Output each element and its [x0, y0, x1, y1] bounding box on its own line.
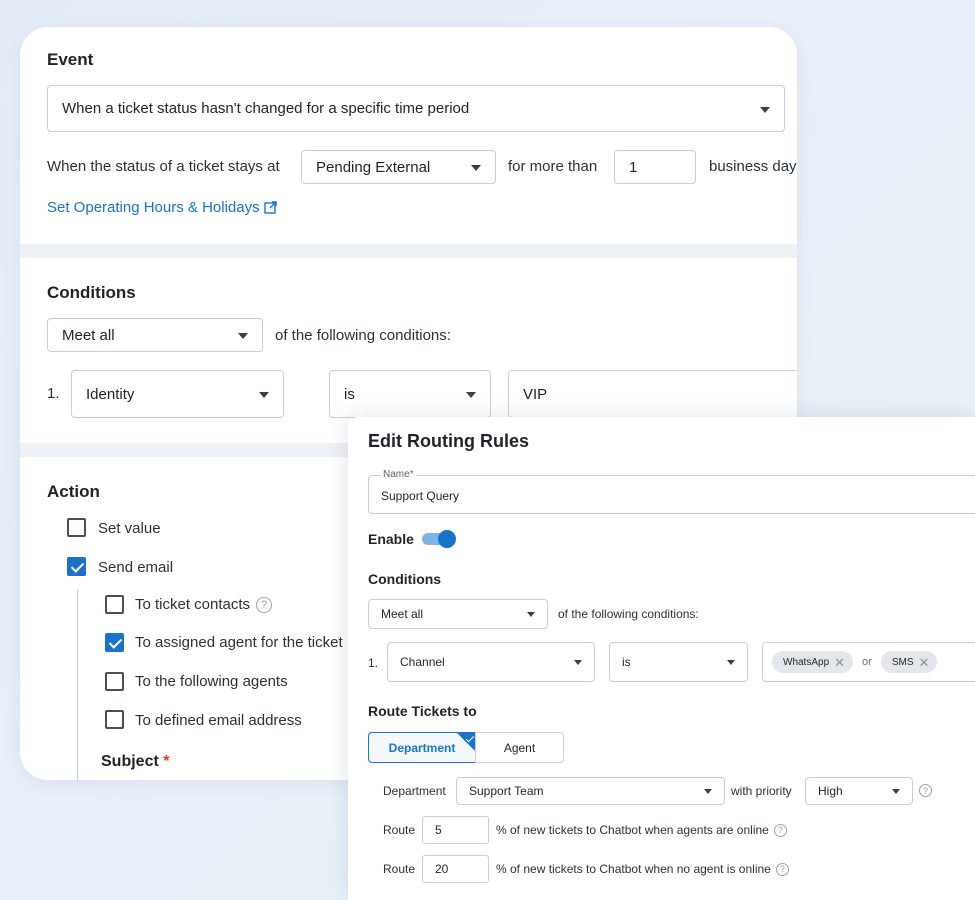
priority-select[interactable]: High [805, 777, 913, 805]
chevron-down-icon [238, 333, 248, 339]
set-value-label: Set value [98, 520, 161, 537]
send-email-label: Send email [98, 559, 174, 576]
subject-label: Subject * [101, 753, 170, 770]
rule-name-label: Name* [381, 469, 416, 480]
following-agents-label: To the following agents [135, 673, 288, 690]
help-icon[interactable]: ? [256, 596, 273, 613]
priority-value: High [818, 784, 843, 798]
ticket-contacts-label: To ticket contacts ? [135, 596, 273, 613]
modal-condition-field-select[interactable]: Channel [387, 642, 595, 682]
chevron-down-icon [527, 612, 535, 617]
rule-name-field[interactable]: Name* Support Query [368, 469, 975, 514]
offline-percent-text: % of new tickets to Chatbot when no agen… [496, 862, 789, 876]
match-select-value: Meet all [62, 326, 115, 344]
priority-label: with priority [731, 784, 792, 798]
email-address-checkbox[interactable] [105, 710, 124, 729]
modal-conditions-label: Conditions [368, 571, 442, 587]
help-icon[interactable]: ? [773, 823, 787, 837]
chip-joiner: or [862, 656, 872, 668]
status-select[interactable]: Pending External [301, 150, 496, 184]
operating-hours-link[interactable]: Set Operating Hours & Holidays [47, 199, 277, 216]
condition-operator-value: is [344, 385, 355, 403]
send-email-checkbox[interactable] [67, 557, 86, 576]
duration-prefix-text: for more than [508, 158, 598, 175]
chip-whatsapp: WhatsApp ✕ [772, 651, 854, 673]
assigned-agent-checkbox[interactable] [105, 633, 124, 652]
duration-input[interactable]: 1 [614, 150, 696, 184]
required-mark: * [163, 753, 170, 770]
help-icon[interactable]: ? [919, 784, 932, 797]
department-value: Support Team [469, 784, 544, 798]
condition-field-select[interactable]: Identity [71, 370, 284, 418]
condition-value: VIP [523, 385, 548, 403]
ticket-contacts-checkbox[interactable] [105, 595, 124, 614]
close-icon[interactable]: ✕ [834, 656, 845, 669]
email-targets-guide [77, 589, 78, 780]
chevron-down-icon [259, 392, 269, 398]
modal-match-suffix: of the following conditions: [558, 607, 699, 621]
chevron-down-icon [466, 392, 476, 398]
chevron-down-icon [574, 660, 582, 665]
condition-field-value: Identity [86, 385, 135, 403]
edit-routing-rules-modal: Edit Routing Rules Name* Support Query E… [348, 417, 975, 900]
action-title: Action [47, 482, 100, 501]
conditions-card: Conditions Meet all of the following con… [20, 258, 797, 443]
match-select[interactable]: Meet all [47, 318, 263, 352]
route-online-label: Route [383, 823, 416, 837]
modal-match-value: Meet all [381, 607, 424, 621]
enable-label: Enable [368, 531, 414, 547]
event-card: Event When a ticket status hasn't change… [20, 27, 797, 244]
condition-index: 1. [47, 385, 60, 402]
event-trigger-select[interactable]: When a ticket status hasn't changed for … [47, 85, 785, 132]
following-agents-checkbox[interactable] [105, 672, 124, 691]
chip-sms: SMS ✕ [880, 651, 938, 673]
duration-value: 1 [629, 158, 638, 176]
conditions-title: Conditions [47, 283, 136, 302]
tab-department[interactable]: Department [368, 732, 476, 763]
enable-toggle[interactable] [422, 530, 456, 548]
condition-value-input[interactable]: VIP [508, 370, 797, 418]
match-suffix-text: of the following conditions: [275, 327, 451, 344]
modal-condition-operator-select[interactable]: is [609, 642, 748, 682]
online-percent-input[interactable]: 5 [422, 816, 489, 844]
online-percent-text: % of new tickets to Chatbot when agents … [496, 823, 787, 837]
department-select[interactable]: Support Team [456, 777, 725, 805]
modal-title: Edit Routing Rules [368, 431, 529, 451]
status-prefix-text: When the status of a ticket stays at [47, 158, 280, 175]
email-address-label: To defined email address [135, 712, 302, 729]
department-label: Department [383, 784, 446, 798]
set-value-checkbox[interactable] [67, 518, 86, 537]
assigned-agent-label: To assigned agent for the ticket [135, 634, 343, 651]
chevron-down-icon [760, 106, 770, 113]
event-trigger-value: When a ticket status hasn't changed for … [62, 100, 470, 117]
modal-match-select[interactable]: Meet all [368, 599, 548, 629]
event-title: Event [47, 50, 94, 69]
offline-percent-input[interactable]: 20 [422, 855, 489, 883]
operating-hours-label: Set Operating Hours & Holidays [47, 199, 260, 216]
close-icon[interactable]: ✕ [919, 656, 930, 669]
help-icon[interactable]: ? [775, 862, 789, 876]
modal-condition-index: 1. [368, 656, 379, 670]
modal-condition-values[interactable]: WhatsApp ✕ or SMS ✕ [762, 642, 975, 682]
chevron-down-icon [727, 660, 735, 665]
chevron-down-icon [892, 789, 900, 794]
external-link-icon [263, 201, 277, 214]
modal-condition-operator-value: is [622, 655, 631, 669]
tab-agent[interactable]: Agent [475, 732, 564, 763]
chevron-down-icon [471, 165, 481, 171]
status-select-value: Pending External [316, 158, 431, 176]
route-tickets-label: Route Tickets to [368, 703, 477, 719]
rule-name-value: Support Query [381, 489, 460, 503]
modal-condition-field-value: Channel [400, 655, 445, 669]
chevron-down-icon [704, 789, 712, 794]
route-offline-label: Route [383, 862, 416, 876]
condition-operator-select[interactable]: is [329, 370, 491, 418]
duration-unit-text: business day [709, 158, 797, 175]
